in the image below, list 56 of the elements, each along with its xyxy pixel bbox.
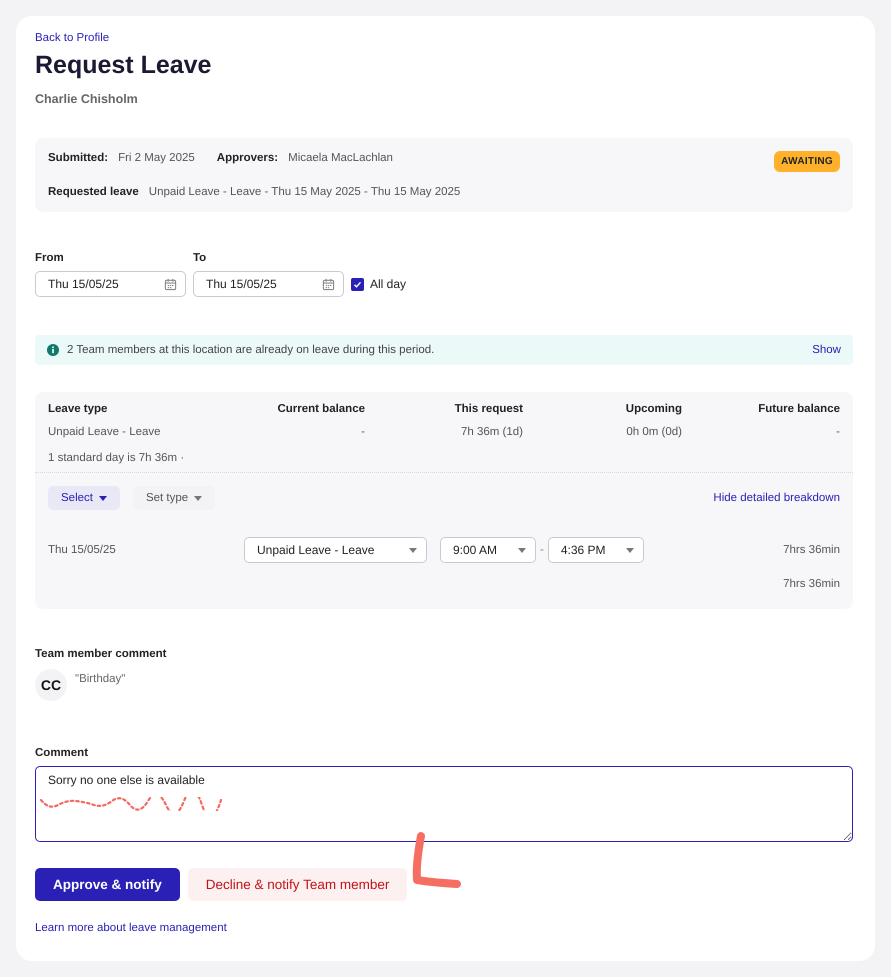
field-label: Submitted:	[48, 152, 108, 164]
set-type-button[interactable]: Set type	[132, 486, 216, 510]
calendar-icon	[164, 278, 177, 290]
field-label: Approvers:	[216, 152, 278, 164]
approve-button[interactable]: Approve & notify	[35, 868, 180, 901]
day-date: Thu 15/05/25	[48, 544, 117, 556]
help-link[interactable]: Learn more about leave management	[35, 922, 227, 934]
field-label: To	[193, 252, 208, 264]
checkbox[interactable]	[351, 278, 364, 290]
column-header: Upcoming	[624, 403, 682, 415]
employee-name: Charlie Chisholm	[35, 92, 139, 106]
back-link[interactable]: Back to Profile	[35, 32, 110, 44]
section-label: Team member comment	[35, 648, 168, 660]
column-header: Future balance	[757, 403, 840, 415]
caret-icon	[626, 548, 634, 552]
caret-icon	[98, 496, 107, 500]
info-text: 2 Team members at this location are already on leave during this period.	[67, 344, 434, 356]
caret-icon	[194, 496, 202, 500]
avatar: CC	[35, 669, 67, 701]
page-title: Request Leave	[35, 51, 212, 80]
total-duration: 7hrs 36min	[782, 578, 840, 590]
hide-breakdown-link[interactable]: Hide detailed breakdown	[713, 492, 840, 504]
field-value: Unpaid Leave - Leave - Thu 15 May 2025 - Thu 15 May 2025	[148, 186, 460, 198]
dropdown[interactable]: Unpaid Leave - Leave	[244, 537, 427, 563]
field-label: Requested leave	[48, 186, 139, 198]
table-cell-text: -	[360, 426, 365, 438]
field-value: Micaela MacLachlan	[288, 152, 393, 164]
caret-icon	[518, 548, 526, 552]
column-header: Current balance	[276, 403, 365, 415]
day-duration: 7hrs 36min	[783, 544, 840, 556]
note-text: 1 standard day is 7h 36m ·	[48, 452, 186, 464]
status-badge: AWAITING	[774, 151, 840, 172]
field-value: Fri 2 May 2025	[118, 152, 195, 164]
dropdown[interactable]: 9:00 AM	[440, 537, 536, 563]
dropdown[interactable]: 4:36 PM	[548, 537, 644, 563]
date-field[interactable]: Thu 15/05/25	[35, 271, 186, 297]
calendar-icon	[322, 278, 335, 290]
select-button[interactable]: Select	[48, 486, 120, 510]
table-cell-text: 0h 0m (0d)	[625, 426, 682, 438]
info-icon	[47, 344, 59, 356]
range-separator: -	[540, 544, 544, 556]
column-header: This request	[454, 403, 523, 415]
table-cell-text: Unpaid Leave - Leave	[48, 426, 162, 438]
field-label: From	[35, 252, 65, 264]
decline-button[interactable]: Decline & notify Team member	[188, 868, 408, 901]
date-field[interactable]: Thu 15/05/25	[193, 271, 344, 297]
field-label: Comment	[35, 747, 90, 759]
table-cell-text: 7h 36m (1d)	[460, 426, 523, 438]
show-link[interactable]: Show	[812, 344, 841, 356]
checkbox-label: All day	[370, 277, 406, 291]
comment-field[interactable]: Sorry no one else is available	[35, 766, 853, 842]
column-header: Leave type	[48, 403, 108, 415]
table-cell-text: -	[835, 426, 840, 438]
check-icon	[353, 280, 362, 288]
caret-icon	[409, 548, 417, 552]
comment-text: "Birthday"	[75, 673, 126, 687]
